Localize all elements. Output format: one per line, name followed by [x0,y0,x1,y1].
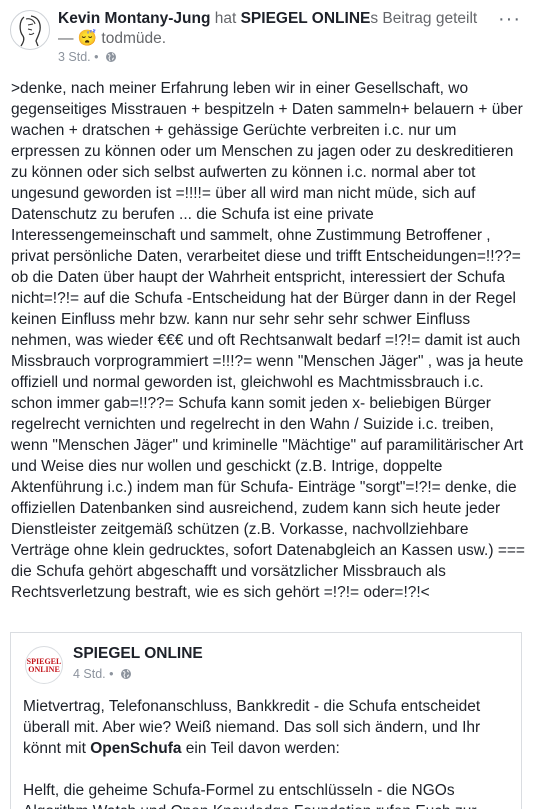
feeling-emoji-icon: 😴 [77,30,98,47]
shared-meta-separator: • [109,667,114,681]
feeling-prefix: — [58,30,78,47]
logo-line2: ONLINE [28,665,60,674]
post-body: >denke, nach meiner Erfahrung leben wir … [11,80,525,601]
post-headline: Kevin Montany-Jung hat SPIEGEL ONLINEs B… [58,9,483,49]
shared-paragraph-1-end: ein Teil davon werden: [181,740,340,757]
shared-prefix: hat [210,10,241,27]
author-name[interactable]: Kevin Montany-Jung [58,10,210,27]
more-options-icon[interactable]: ··· [498,8,521,31]
shared-post-meta: 4 Std. • [73,667,132,683]
spiegel-logo[interactable]: SPIEGEL ONLINE [25,646,63,684]
globe-icon [120,668,132,683]
globe-icon [105,51,117,66]
openschufa-highlight: OpenSchufa [90,740,182,757]
post-header: Kevin Montany-Jung hat SPIEGEL ONLINEs B… [10,8,527,70]
feeling-text: todmüde. [97,30,167,47]
avatar[interactable] [10,10,50,50]
shared-page-name[interactable]: SPIEGEL ONLINE [73,645,203,663]
post-timestamp[interactable]: 3 Std. [58,50,91,64]
shared-post-card[interactable]: SPIEGEL ONLINE SPIEGEL ONLINE 4 Std. • M… [10,632,522,809]
feed-post: Kevin Montany-Jung hat SPIEGEL ONLINEs B… [0,0,537,809]
avatar-sketch-icon [19,15,41,47]
shared-paragraph-1: Mietvertrag, Telefonanschluss, Bankkredi… [23,696,513,759]
shared-post-timestamp[interactable]: 4 Std. [73,667,106,681]
meta-separator: • [94,50,99,64]
post-meta: 3 Std. • [58,50,117,66]
shared-post-text: Mietvertrag, Telefonanschluss, Bankkredi… [23,696,513,809]
shared-page-link[interactable]: SPIEGEL ONLINE [241,10,371,27]
shared-suffix: s Beitrag geteilt [370,10,478,27]
shared-paragraph-2: Helft, die geheime Schufa-Formel zu ents… [23,782,477,809]
